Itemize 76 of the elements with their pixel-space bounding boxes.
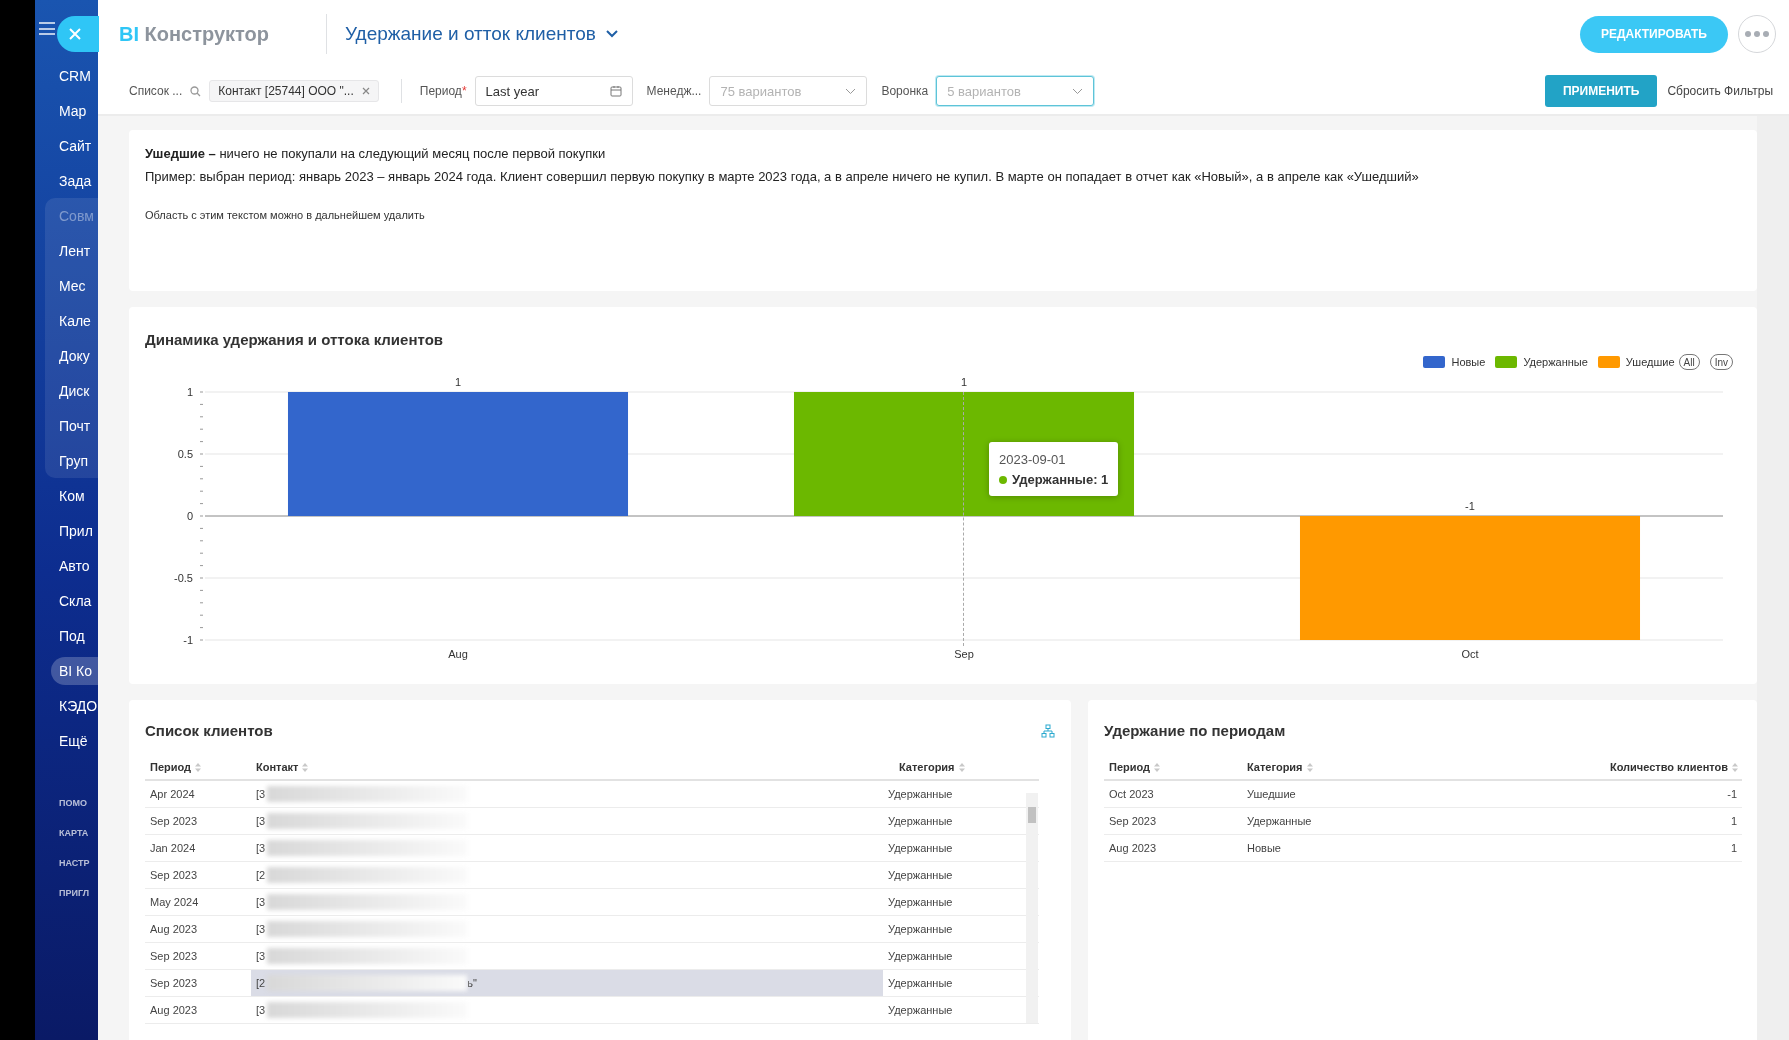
table-title: Удержание по периодам — [1104, 722, 1286, 739]
legend-item[interactable]: Ушедшие — [1597, 356, 1675, 368]
sidebar-item[interactable]: Скла — [35, 586, 98, 615]
x-tick-label: Aug — [448, 648, 468, 660]
filter-label: Менедж... — [646, 84, 702, 98]
x-tick-label: Oct — [1461, 648, 1479, 660]
close-icon — [69, 28, 81, 40]
chevron-down-icon — [845, 87, 857, 95]
footer-link[interactable]: НАСТР — [59, 858, 98, 874]
close-button[interactable] — [57, 16, 99, 52]
sidebar-item[interactable]: КЭДО — [35, 691, 98, 720]
sidebar-item[interactable]: Зада — [35, 166, 98, 195]
tooltip-value: Удержанные: 1 — [1012, 472, 1109, 487]
scrollbar[interactable] — [1026, 793, 1038, 1023]
footer-link[interactable]: ПОМО — [59, 798, 98, 814]
footer-link[interactable]: ПРИГЛ — [59, 888, 98, 904]
y-tick-label: 0.5 — [177, 448, 193, 460]
sidebar-item[interactable]: Груп — [35, 446, 98, 475]
sidebar-item[interactable]: Почт — [35, 411, 98, 440]
app-title: BI Конструктор — [119, 22, 271, 46]
filter-chip[interactable]: Контакт [25744] ООО "... — [209, 80, 379, 102]
footer-link[interactable]: КАРТА — [59, 828, 98, 844]
sidebar-item[interactable]: Сайт — [35, 131, 98, 160]
y-tick-label: 1 — [186, 386, 193, 398]
y-tick-label: 0 — [186, 510, 193, 522]
sort-icon[interactable] — [958, 762, 965, 772]
date-field[interactable]: Last year — [474, 76, 633, 106]
note-text: Ушедшие – ничего не покупали на следующий месяц после первой покупки — [145, 146, 607, 162]
chevron-down-icon — [1072, 87, 1084, 95]
group-title: Совм — [58, 206, 95, 226]
more-button[interactable] — [1738, 15, 1776, 53]
filter-label: Период* — [419, 84, 467, 98]
sidebar-item[interactable]: Ещё — [35, 726, 98, 755]
chart-title: Динамика удержания и оттока клиентов — [145, 331, 445, 348]
filter-label: Список ... — [129, 84, 183, 98]
menu-icon[interactable] — [39, 22, 55, 35]
sidebar-item[interactable]: Кале — [35, 306, 98, 335]
table-title: Список клиентов — [145, 722, 273, 739]
sidebar-item[interactable]: Авто — [35, 551, 98, 580]
data-label: -1 — [1465, 500, 1475, 512]
y-tick-label: -1 — [183, 634, 193, 646]
hint-text: Область с этим текстом можно в дальнейшем удалить — [145, 209, 426, 221]
reset-filters-link[interactable]: Сбросить Фильтры — [1667, 84, 1773, 98]
contact-cell[interactable]: [2 ь" — [251, 970, 883, 997]
sort-icon[interactable] — [1306, 762, 1313, 772]
legend-toggle[interactable]: Inv — [1709, 354, 1733, 370]
sidebar-item[interactable]: Ком — [35, 481, 98, 510]
sidebar-item[interactable]: Диск — [35, 376, 98, 405]
legend-item[interactable]: Удержанные — [1495, 356, 1588, 368]
sidebar-item[interactable]: Мар — [35, 96, 98, 125]
calendar-icon — [609, 85, 622, 97]
data-label: 1 — [454, 376, 462, 388]
sort-icon[interactable] — [1154, 762, 1161, 772]
report-title[interactable]: Удержание и отток клиентов — [345, 23, 618, 45]
y-tick-label: -0.5 — [174, 572, 193, 584]
sidebar-item[interactable]: Мес — [35, 271, 98, 300]
sidebar-item[interactable]: Лент — [35, 236, 98, 265]
sidebar-item[interactable]: Под — [35, 621, 98, 650]
sidebar-item[interactable]: Прил — [35, 516, 98, 545]
x-tick-label: Sep — [954, 648, 974, 660]
sidebar-item[interactable]: Доку — [35, 341, 98, 370]
data-label: 1 — [960, 376, 968, 388]
sort-icon[interactable] — [195, 762, 202, 772]
search-icon[interactable] — [190, 85, 202, 97]
tooltip-date: 2023-09-01 — [999, 452, 1067, 467]
hierarchy-icon[interactable] — [1041, 723, 1055, 738]
legend-item[interactable]: Новые — [1423, 356, 1486, 368]
close-icon — [361, 87, 370, 95]
note-text: Пример: выбран период: январь 2023 – январь 2024 года. Клиент совершил первую покупку в марте 2023 года, а в апреле ничего не купил. В марте он попадает в отчет как «Новый», а в апреле как «Ушедший» — [145, 169, 1420, 185]
legend-toggle[interactable]: All — [1678, 354, 1700, 370]
sort-icon[interactable] — [1732, 762, 1738, 772]
sidebar-item[interactable]: CRM — [35, 61, 98, 90]
sidebar-item[interactable]: BI Ко — [51, 656, 98, 685]
sort-icon[interactable] — [302, 762, 309, 772]
filter-label: Воронка — [881, 84, 929, 98]
chevron-down-icon — [605, 30, 618, 38]
